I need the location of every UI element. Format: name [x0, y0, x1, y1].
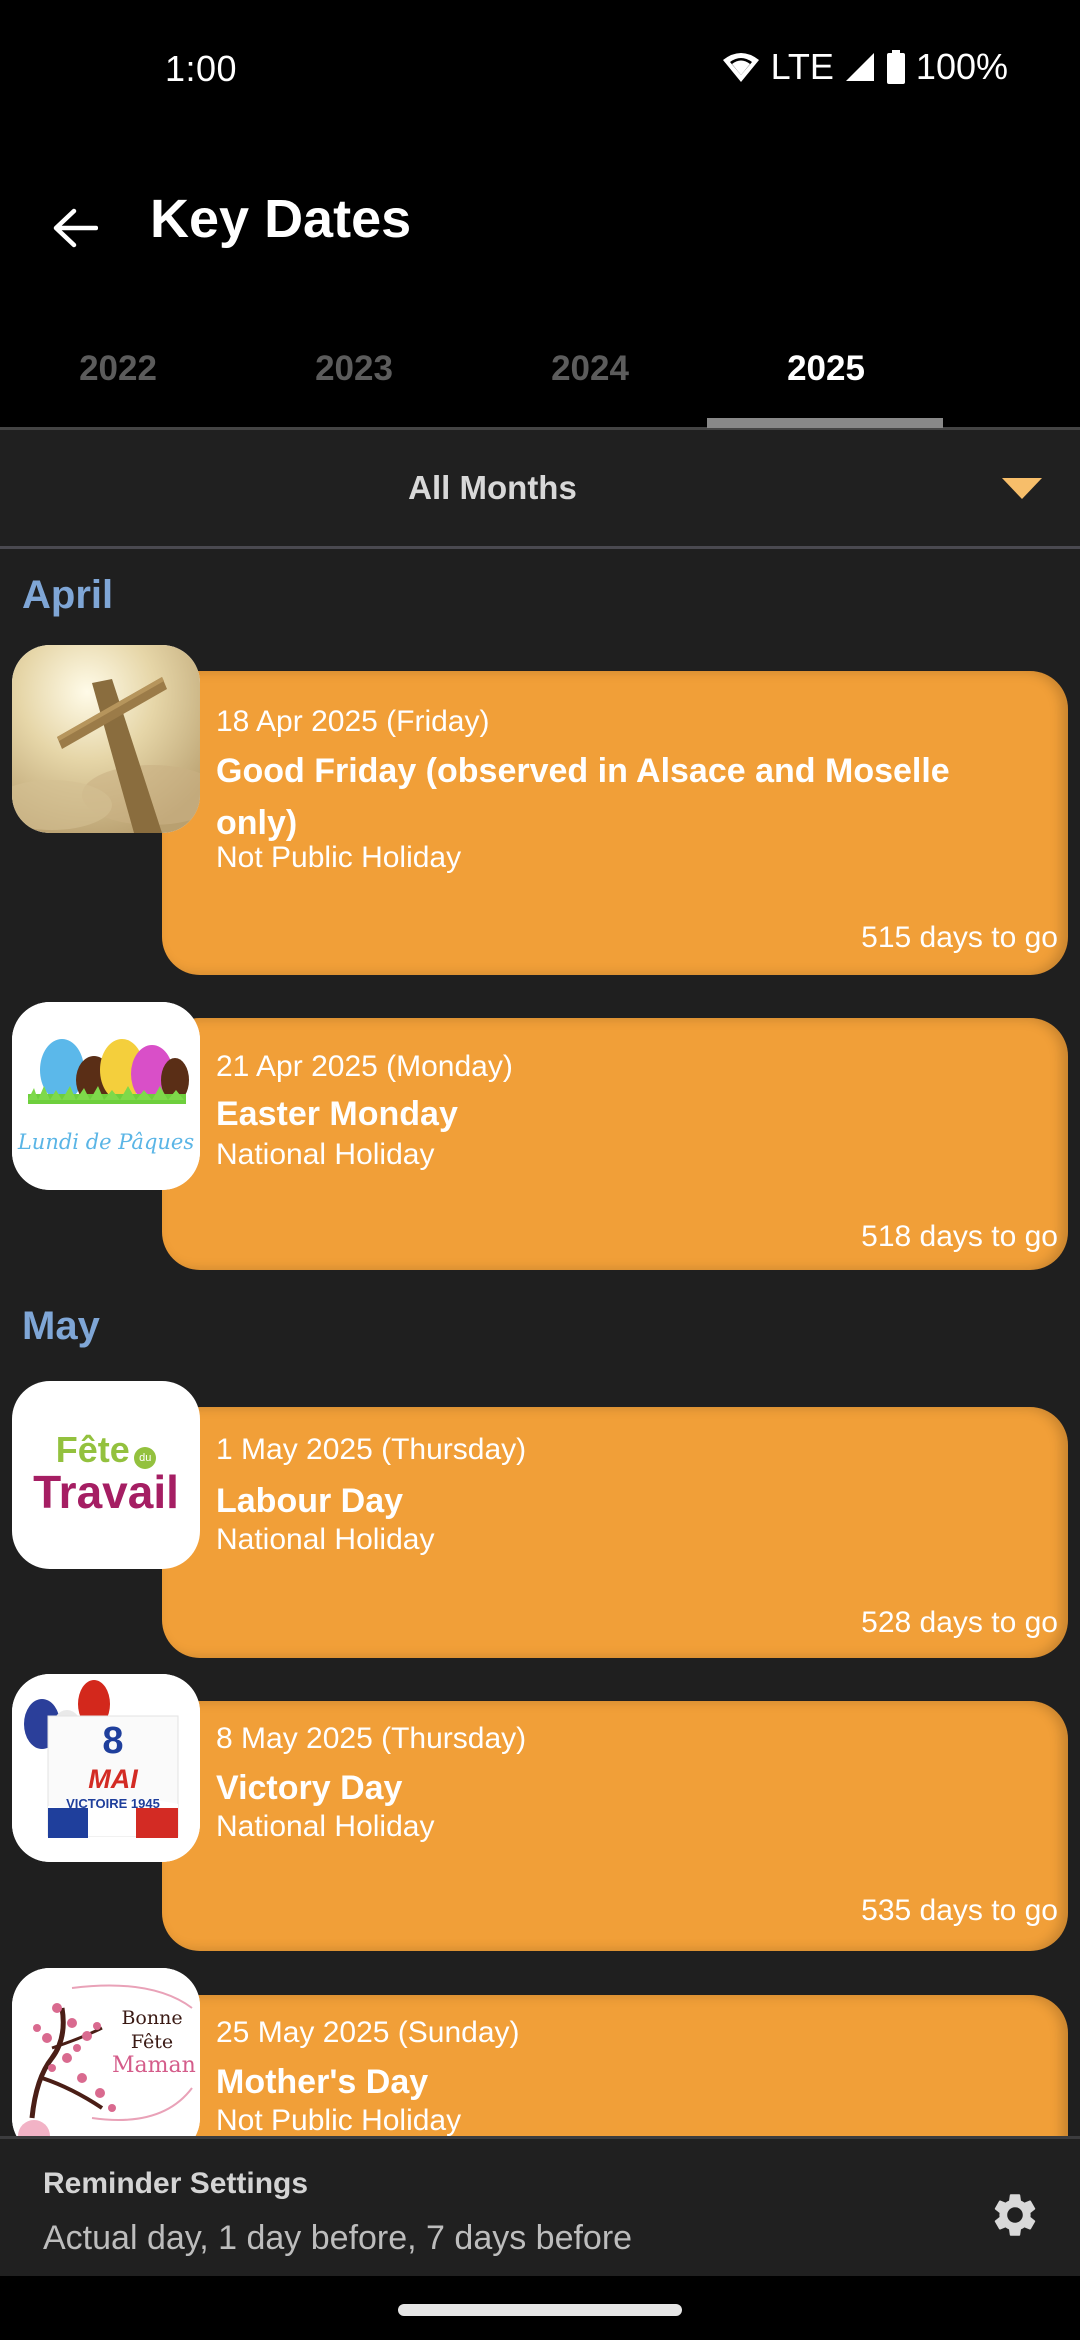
- image-caption-maman: Maman: [112, 2053, 196, 2078]
- arrow-left-icon: [52, 208, 99, 253]
- image-caption: Lundi de Pâques: [17, 1130, 195, 1154]
- triangle-down-icon: [1002, 478, 1042, 499]
- battery-percent: 100%: [915, 46, 1008, 87]
- status-bar: 1:00 LTE 100%: [0, 0, 1080, 130]
- gear-icon: [989, 2189, 1041, 2246]
- reminder-settings-value: Actual day, 1 day before, 7 days before: [43, 2219, 633, 2257]
- app-bar: Key Dates: [0, 130, 1080, 310]
- image-caption-fete: Fête: [55, 1429, 130, 1470]
- event-type: National Holiday: [216, 1810, 435, 1843]
- tab-2022[interactable]: 2022: [0, 310, 236, 427]
- status-time: 1:00: [165, 48, 238, 89]
- event-date: 21 Apr 2025 (Monday): [216, 1050, 513, 1083]
- event-type: National Holiday: [216, 1138, 435, 1171]
- network-type: LTE: [770, 46, 834, 87]
- back-button[interactable]: [30, 190, 120, 270]
- event-date: 1 May 2025 (Thursday): [216, 1433, 527, 1466]
- year-tabs: 2022 2023 2024 2025: [0, 310, 1080, 430]
- battery-icon: [886, 50, 906, 84]
- event-date: 25 May 2025 (Sunday): [216, 2016, 520, 2049]
- event-countdown: 528 days to go: [861, 1606, 1058, 1639]
- event-name: Victory Day: [216, 1769, 403, 1807]
- month-header-may: May: [22, 1304, 100, 1348]
- image-caption-bonne: Bonne: [121, 2007, 183, 2029]
- event-name: Easter Monday: [216, 1095, 458, 1133]
- reminder-settings-button[interactable]: [975, 2177, 1055, 2257]
- cross-sky-image: [12, 645, 200, 833]
- month-dropdown-value: All Months: [408, 469, 577, 506]
- event-type: Not Public Holiday: [216, 841, 462, 874]
- reminder-settings-title: Reminder Settings: [43, 2167, 309, 2200]
- fete-du-travail-image: Fête du Travail: [12, 1381, 200, 1569]
- event-type: National Holiday: [216, 1523, 435, 1556]
- event-item[interactable]: 18 Apr 2025 (Friday) Good Friday (observ…: [0, 645, 1080, 975]
- event-name: Good Friday (observed in Alsace and Mose…: [216, 752, 950, 842]
- event-date: 8 May 2025 (Thursday): [216, 1722, 527, 1755]
- reminder-settings-panel[interactable]: Reminder Settings Actual day, 1 day befo…: [0, 2136, 1080, 2276]
- event-date: 18 Apr 2025 (Friday): [216, 705, 490, 738]
- event-countdown: 518 days to go: [861, 1220, 1058, 1253]
- event-type: Not Public Holiday: [216, 2104, 462, 2136]
- system-nav-bar: [0, 2276, 1080, 2340]
- tab-2023[interactable]: 2023: [236, 310, 472, 427]
- month-dropdown[interactable]: All Months: [0, 430, 1080, 549]
- victoire-1945-image: 8 MAI VICTOIRE 1945: [12, 1674, 200, 1862]
- event-name: Mother's Day: [216, 2063, 429, 2101]
- event-item[interactable]: Lundi de Pâques 21 Apr 2025 (Monday) Eas…: [0, 1002, 1080, 1272]
- image-caption-month: MAI: [88, 1764, 138, 1794]
- event-name: Labour Day: [216, 1482, 404, 1520]
- key-dates-list[interactable]: April 18 Apr 2025 (Friday) Good Friday (…: [0, 549, 1080, 2136]
- event-item[interactable]: Bonne Fête Maman 25 May 2025 (Sunday) Mo…: [0, 1968, 1080, 2136]
- tab-2025[interactable]: 2025: [708, 310, 944, 427]
- tab-2024[interactable]: 2024: [472, 310, 708, 427]
- tab-indicator: [707, 418, 943, 428]
- easter-eggs-image: Lundi de Pâques: [12, 1002, 200, 1190]
- event-item[interactable]: 8 MAI VICTOIRE 1945 8 May 2025 (Thursday…: [0, 1674, 1080, 1954]
- home-gesture-handle[interactable]: [398, 2304, 682, 2316]
- wifi-icon: [721, 50, 761, 84]
- signal-icon: [844, 51, 876, 83]
- image-caption-travail: Travail: [33, 1466, 179, 1518]
- page-title: Key Dates: [150, 189, 412, 249]
- image-caption-fete: Fête: [130, 2031, 174, 2053]
- event-item[interactable]: Fête du Travail 1 May 2025 (Thursday) La…: [0, 1381, 1080, 1661]
- status-icons: LTE 100%: [721, 46, 1008, 88]
- event-countdown: 515 days to go: [861, 921, 1058, 954]
- month-header-april: April: [22, 573, 114, 617]
- image-caption-victoire: VICTOIRE 1945: [66, 1796, 160, 1811]
- event-countdown: 535 days to go: [861, 1894, 1058, 1927]
- bonne-fete-maman-image: Bonne Fête Maman: [12, 1968, 200, 2136]
- image-caption-day: 8: [102, 1720, 124, 1762]
